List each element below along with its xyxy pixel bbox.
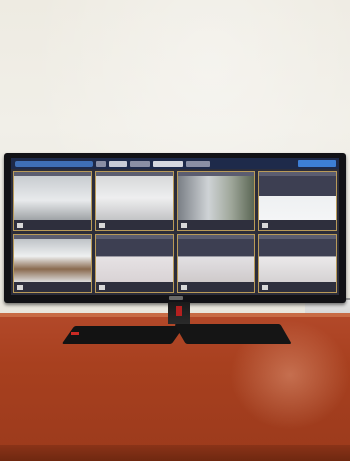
camera-tile[interactable]: [94, 171, 174, 231]
camera-feed: [95, 176, 173, 220]
taskbar-clock-tray[interactable]: [298, 160, 336, 167]
stand-red-accent: [176, 306, 182, 316]
taskbar-item[interactable]: [130, 160, 150, 167]
taskbar-item[interactable]: [96, 160, 106, 167]
desk-front: [0, 445, 350, 461]
stand-red-strip: [71, 332, 79, 335]
camera-tile[interactable]: [176, 171, 256, 231]
camera-feed: [177, 176, 255, 220]
taskbar: [11, 158, 339, 169]
camera-expand-icon[interactable]: [180, 285, 187, 290]
camera-expand-icon[interactable]: [17, 285, 23, 290]
camera-tile-footer: [14, 282, 91, 292]
camera-expand-icon[interactable]: [98, 222, 105, 228]
camera-tile[interactable]: [176, 233, 256, 293]
monitor-stand-base: [61, 320, 292, 348]
camera-expand-icon[interactable]: [17, 222, 23, 228]
camera-tile[interactable]: [13, 171, 92, 231]
camera-feed: [259, 238, 336, 282]
camera-feed: [177, 238, 255, 282]
camera-feed: [259, 176, 336, 220]
camera-expand-icon[interactable]: [180, 222, 187, 228]
camera-tile-footer: [259, 282, 336, 292]
camera-tile-footer: [177, 282, 255, 292]
camera-expand-icon[interactable]: [262, 285, 269, 290]
monitor-screen: [11, 158, 339, 295]
camera-tile[interactable]: [258, 171, 337, 231]
camera-expand-icon[interactable]: [262, 222, 269, 228]
camera-tile[interactable]: [258, 233, 337, 293]
camera-tile-footer: [14, 219, 91, 230]
camera-grid: [13, 171, 337, 293]
taskbar-item[interactable]: [186, 160, 210, 167]
taskbar-search-bar[interactable]: [15, 160, 93, 167]
stand-left-leg: [61, 326, 185, 344]
camera-tile[interactable]: [94, 233, 174, 293]
taskbar-item[interactable]: [109, 160, 127, 167]
stand-right-leg: [174, 324, 292, 344]
monitor-logo: [169, 296, 183, 300]
camera-tile-footer: [259, 219, 336, 230]
camera-tile-footer: [177, 219, 255, 230]
camera-tile[interactable]: [13, 233, 92, 293]
taskbar-item[interactable]: [153, 160, 183, 167]
camera-feed: [14, 176, 91, 220]
camera-feed: [95, 238, 173, 282]
camera-tile-footer: [95, 219, 173, 230]
camera-expand-icon[interactable]: [98, 285, 105, 290]
camera-tile-footer: [95, 282, 173, 292]
monitor: [4, 153, 346, 303]
camera-feed: [14, 238, 91, 282]
